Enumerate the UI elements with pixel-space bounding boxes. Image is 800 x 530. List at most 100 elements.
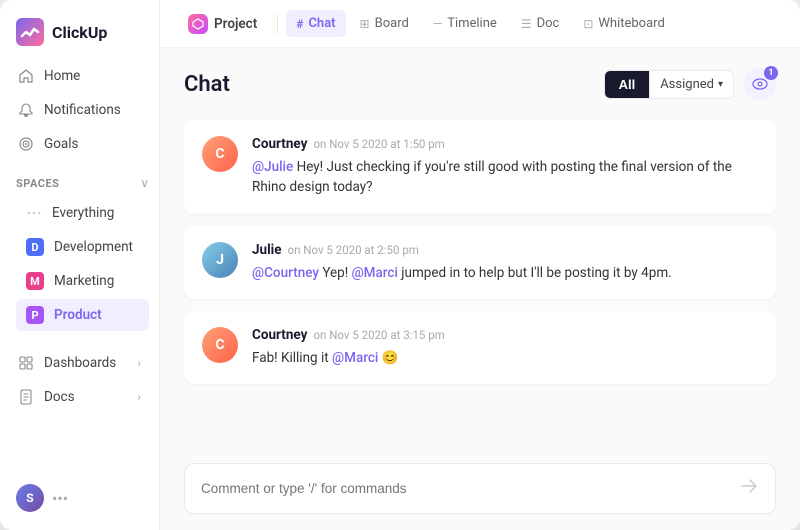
sidebar-item-docs[interactable]: Docs › (8, 381, 151, 413)
tab-timeline[interactable]: — Timeline (423, 10, 507, 37)
bottom-nav: Dashboards › Docs › (0, 339, 159, 421)
tab-board[interactable]: ⊞ Board (350, 10, 419, 37)
whiteboard-icon: ⊡ (583, 17, 593, 31)
mention-marci-2: @Marci (332, 350, 378, 366)
sidebar-footer: S ••• (0, 474, 159, 522)
sidebar-item-marketing[interactable]: M Marketing (16, 265, 149, 297)
dashboards-label: Dashboards (44, 355, 116, 371)
notification-badge: 1 (764, 66, 778, 80)
home-icon (18, 68, 34, 84)
development-label: Development (54, 239, 133, 255)
messages-container: C Courtney on Nov 5 2020 at 1:50 pm @Jul… (184, 120, 776, 451)
dropdown-chevron-icon: ▾ (718, 79, 723, 90)
tab-timeline-label: Timeline (447, 16, 497, 31)
message-card: C Courtney on Nov 5 2020 at 3:15 pm Fab!… (184, 311, 776, 384)
logo: ClickUp (0, 0, 159, 60)
project-label: Project (214, 16, 257, 32)
chat-area: Chat All Assigned ▾ 1 (160, 48, 800, 530)
filter-assigned-label: Assigned (660, 77, 714, 92)
message-card: C Courtney on Nov 5 2020 at 1:50 pm @Jul… (184, 120, 776, 214)
filter-all-button[interactable]: All (605, 71, 650, 98)
product-label: Product (54, 307, 102, 323)
message-header-1: Courtney on Nov 5 2020 at 1:50 pm (252, 136, 758, 152)
sidebar-item-home[interactable]: Home (8, 60, 151, 92)
filter-assigned-dropdown[interactable]: Assigned ▾ (649, 71, 733, 98)
project-icon (188, 14, 208, 34)
filter-group: All Assigned ▾ (604, 70, 734, 99)
docs-icon (18, 389, 34, 405)
project-tab[interactable]: Project (176, 8, 269, 40)
notification-button[interactable]: 1 (744, 68, 776, 100)
message-text-2: @Courtney Yep! @Marci jumped in to help … (252, 263, 758, 283)
marketing-icon: M (26, 272, 44, 290)
comment-input[interactable] (201, 481, 729, 496)
sidebar: ClickUp Home Notifications (0, 0, 160, 530)
spaces-title: Spaces (16, 177, 59, 190)
board-icon: ⊞ (360, 17, 370, 31)
send-icon[interactable] (739, 476, 759, 501)
message-card: J Julie on Nov 5 2020 at 2:50 pm @Courtn… (184, 226, 776, 299)
comment-input-area[interactable] (184, 463, 776, 514)
message-author-3: Courtney (252, 327, 307, 343)
sidebar-item-dashboards[interactable]: Dashboards › (8, 347, 151, 379)
app-window: ClickUp Home Notifications (0, 0, 800, 530)
spaces-chevron-icon: ∨ (140, 176, 149, 190)
user-avatar[interactable]: S (16, 484, 44, 512)
tab-doc-label: Doc (537, 16, 560, 31)
sidebar-item-home-label: Home (44, 68, 80, 84)
julie-avatar: J (202, 242, 238, 278)
sidebar-item-notifications[interactable]: Notifications (8, 94, 151, 126)
timeline-icon: — (433, 17, 442, 31)
tab-whiteboard-label: Whiteboard (598, 16, 664, 31)
spaces-list: ⋯ Everything D Development M Marketing P… (16, 196, 149, 331)
sidebar-item-goals[interactable]: Goals (8, 128, 151, 160)
docs-label: Docs (44, 389, 75, 405)
sidebar-item-notifications-label: Notifications (44, 102, 121, 118)
message-text-1: @Julie Hey! Just checking if you're stil… (252, 157, 758, 198)
tab-chat[interactable]: # Chat (286, 10, 345, 37)
mention-julie: @Julie (252, 159, 293, 175)
chat-header-right: All Assigned ▾ 1 (604, 68, 776, 100)
hash-icon: # (296, 17, 303, 31)
tab-doc[interactable]: ☰ Doc (511, 10, 570, 37)
sidebar-item-everything[interactable]: ⋯ Everything (16, 196, 149, 229)
mention-courtney: @Courtney (252, 265, 319, 281)
message-text-3: Fab! Killing it @Marci 😊 (252, 348, 758, 368)
target-icon (18, 136, 34, 152)
marketing-label: Marketing (54, 273, 114, 289)
sidebar-item-product[interactable]: P Product (16, 299, 149, 331)
mention-marci-1: @Marci (352, 265, 398, 281)
sidebar-item-development[interactable]: D Development (16, 231, 149, 263)
message-time-1: on Nov 5 2020 at 1:50 pm (313, 137, 444, 151)
message-header-2: Julie on Nov 5 2020 at 2:50 pm (252, 242, 758, 258)
tab-board-label: Board (375, 16, 409, 31)
bell-icon (18, 102, 34, 118)
message-time-2: on Nov 5 2020 at 2:50 pm (288, 243, 419, 257)
everything-icon: ⋯ (26, 203, 42, 222)
development-icon: D (26, 238, 44, 256)
message-content-2: Julie on Nov 5 2020 at 2:50 pm @Courtney… (252, 242, 758, 283)
courtney-avatar-2: C (202, 327, 238, 363)
sidebar-nav: Home Notifications Goals (0, 60, 159, 160)
sidebar-item-goals-label: Goals (44, 136, 79, 152)
tab-whiteboard[interactable]: ⊡ Whiteboard (573, 10, 674, 37)
spaces-section: Spaces ∨ ⋯ Everything D Development M Ma… (0, 160, 159, 335)
doc-icon: ☰ (521, 17, 532, 31)
product-icon: P (26, 306, 44, 324)
chat-title: Chat (184, 72, 230, 97)
tab-chat-label: Chat (308, 16, 335, 31)
footer-menu-icon[interactable]: ••• (52, 489, 68, 508)
docs-chevron-icon: › (137, 390, 141, 404)
message-time-3: on Nov 5 2020 at 3:15 pm (313, 328, 444, 342)
top-nav: Project # Chat ⊞ Board — Timeline ☰ Doc … (160, 0, 800, 48)
message-author-2: Julie (252, 242, 282, 258)
message-content-3: Courtney on Nov 5 2020 at 3:15 pm Fab! K… (252, 327, 758, 368)
everything-label: Everything (52, 205, 114, 221)
chat-header: Chat All Assigned ▾ 1 (184, 68, 776, 100)
dashboards-chevron-icon: › (137, 356, 141, 370)
dashboards-icon (18, 355, 34, 371)
main-content: Project # Chat ⊞ Board — Timeline ☰ Doc … (160, 0, 800, 530)
logo-text: ClickUp (52, 23, 107, 42)
message-header-3: Courtney on Nov 5 2020 at 3:15 pm (252, 327, 758, 343)
spaces-header[interactable]: Spaces ∨ (16, 176, 149, 190)
